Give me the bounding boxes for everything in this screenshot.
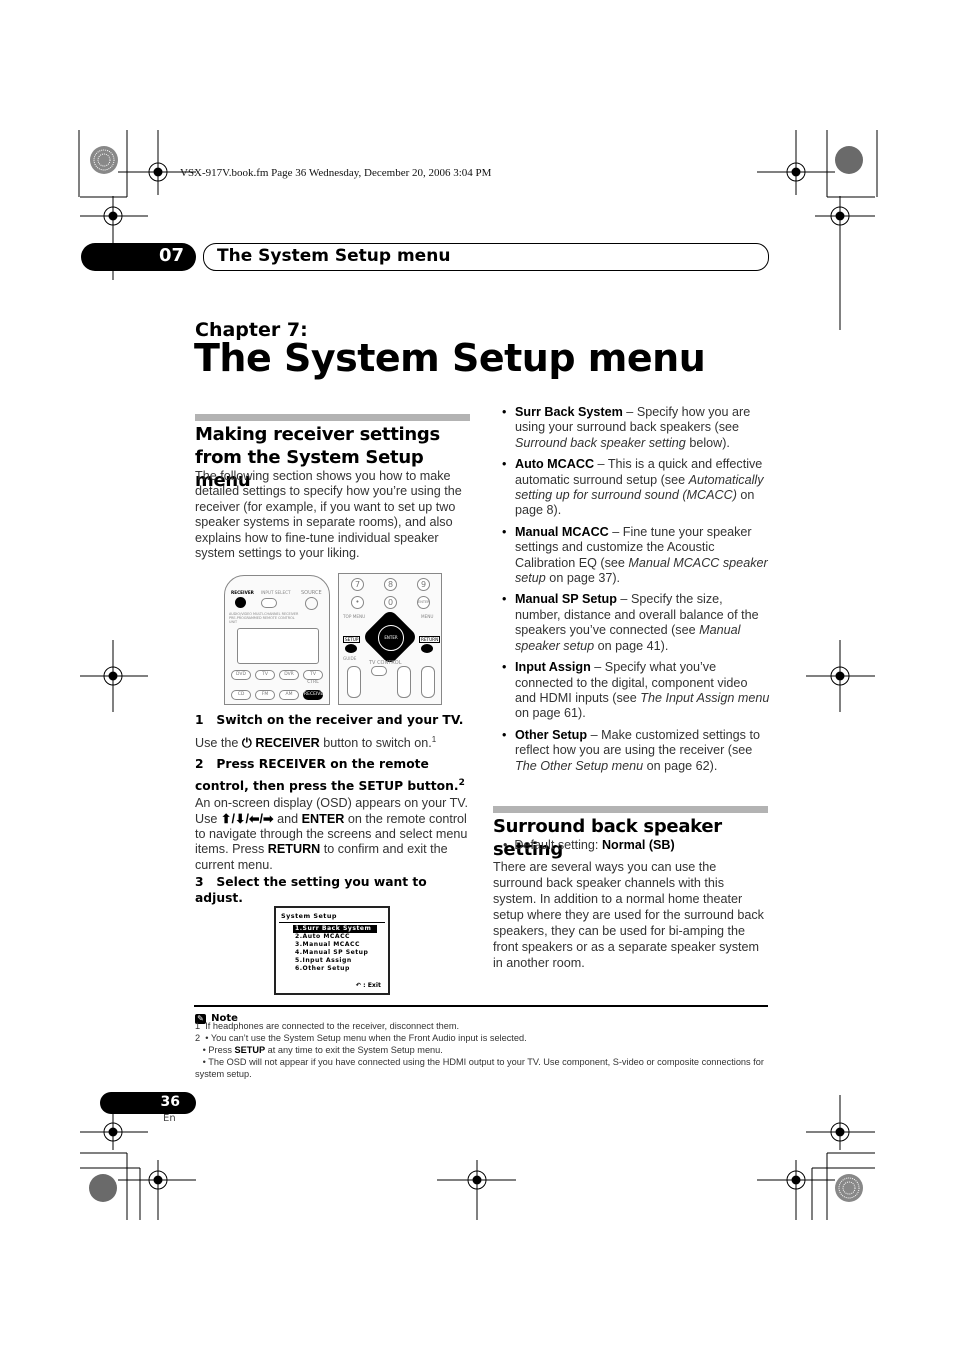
input-select-tv-button [371, 666, 387, 676]
page-number: 36 [160, 1094, 180, 1110]
osd-screen: System Setup 1.Surr Back System 2.Auto M… [274, 906, 390, 995]
key-0: 0 [384, 596, 397, 609]
remote-bottom-panel: 7 8 9 • 0 ENTER TOP MENU MENU ENTER SETU… [338, 573, 442, 705]
fm-button: FM [255, 690, 275, 700]
remote-control-illustration: RECEIVER INPUT SELECT SOURCE AUDIO/VIDEO… [222, 573, 445, 705]
page-number-tab: 36 [100, 1092, 196, 1114]
list-item: Input Assign – Specify what you’ve conne… [495, 660, 770, 722]
list-item: Auto MCACC – This is a quick and effecti… [495, 457, 770, 519]
default-setting: • Default setting: Normal (SB) [503, 838, 675, 852]
setup-label: SETUP [343, 636, 361, 643]
arrow-keys-icons: ⬆/⬇/⬅/➡ [220, 811, 274, 826]
footnote-1: 1 If headphones are connected to the rec… [195, 1021, 460, 1031]
chapter-number-tab: 07 [81, 243, 196, 271]
crop-marks [78, 130, 878, 1220]
enter-button: ENTER [378, 625, 404, 651]
step-2: 2 Press RECEIVER on the remote control, … [195, 755, 475, 873]
key-8: 8 [384, 578, 397, 591]
key-enter-small: ENTER [417, 596, 430, 609]
return-label: RETURN [419, 636, 441, 643]
osd-item: 3.Manual MCACC [295, 941, 360, 948]
note-divider [194, 1005, 768, 1007]
setup-options-list: Surr Back System – Specify how you are u… [495, 405, 770, 780]
list-item: Surr Back System – Specify how you are u… [495, 405, 770, 451]
menu-label: MENU [421, 614, 434, 619]
key-9: 9 [417, 578, 430, 591]
input-select-button [261, 598, 277, 608]
remote-top-panel: RECEIVER INPUT SELECT SOURCE AUDIO/VIDEO… [224, 575, 330, 705]
return-icon: ↶ [355, 982, 361, 989]
power-icon: ⏻ [241, 736, 252, 751]
source-label: SOURCE [301, 590, 322, 596]
input-select-label: INPUT SELECT [261, 590, 291, 595]
tv-button: TV [255, 670, 275, 680]
footnote-ref-2: 2 [458, 778, 465, 788]
print-header: VSX-917V.book.fm Page 36 Wednesday, Dece… [180, 167, 492, 179]
return-button [421, 644, 433, 653]
receiver-input-button: RECEIVER [303, 690, 326, 700]
section-divider [195, 414, 470, 421]
osd-exit-hint: ↶ : Exit [355, 982, 381, 989]
osd-item: 4.Manual SP Setup [295, 949, 369, 956]
osd-divider [279, 922, 385, 923]
tv-control-label: TV CONTROL [369, 660, 402, 666]
remote-lcd [237, 628, 319, 664]
key-dot: • [351, 596, 364, 609]
footnote-2: 2 • You can’t use the System Setup menu … [195, 1033, 527, 1043]
intro-paragraph: The following section shows you how to m… [195, 469, 462, 561]
dvd-button: DVD [231, 670, 251, 680]
osd-item: 1.Surr Back System [293, 925, 377, 933]
dvr-button: DVR [279, 670, 299, 680]
bullet: • [503, 838, 515, 852]
footnote-2c: • The OSD will not appear if you have co… [195, 1057, 767, 1079]
step-3-title: 3 Select the setting you want to adjust. [195, 875, 427, 905]
preprogrammed-label: AUDIO/VIDEO MULTI-CHANNEL RECEIVER PRE-P… [229, 612, 299, 624]
chapter-number: 07 [158, 245, 184, 266]
chapter-tab-title: The System Setup menu [217, 246, 451, 266]
cd-button: CD [231, 690, 251, 700]
osd-item: 2.Auto MCACC [295, 933, 351, 940]
source-button [305, 597, 318, 610]
guide-label: GUIDE [343, 656, 357, 661]
page-language: En [163, 1113, 176, 1124]
footnote-ref-1: 1 [431, 735, 437, 744]
key-7: 7 [351, 578, 364, 591]
step-2-text: An on-screen display (OSD) appears on yo… [195, 796, 469, 872]
osd-item: 6.Other Setup [295, 965, 350, 972]
tv-vol-button [347, 666, 361, 698]
step-1-text: Use the ⏻ RECEIVER button to switch on.1 [195, 735, 437, 751]
receiver-power-button [235, 597, 246, 608]
step-1-title: 1 Switch on the receiver and your TV. [195, 713, 464, 727]
top-menu-label: TOP MENU [343, 614, 366, 619]
section-divider [493, 806, 768, 813]
list-item: Manual MCACC – Fine tune your speaker se… [495, 525, 770, 587]
receiver-label: RECEIVER [231, 590, 254, 595]
vol-button [421, 666, 435, 698]
chapter-title-tab: The System Setup menu [203, 243, 769, 271]
osd-title: System Setup [281, 912, 337, 920]
tvctrl-button: TV CTRL [303, 670, 323, 685]
step-2-title: 2 Press RECEIVER on the remote control, … [195, 757, 465, 794]
list-item: Other Setup – Make customized settings t… [495, 728, 770, 774]
surround-back-paragraph: There are several ways you can use the s… [493, 860, 764, 970]
step-1: 1 Switch on the receiver and your TV. Us… [195, 712, 475, 752]
am-button: AM [279, 690, 299, 700]
osd-item: 5.Input Assign [295, 957, 352, 964]
osd-menu: 1.Surr Back System 2.Auto MCACC 3.Manual… [293, 925, 377, 973]
list-item: Manual SP Setup – Specify the size, numb… [495, 592, 770, 654]
tv-ch-button [397, 666, 411, 698]
page-title: The System Setup menu [194, 336, 706, 380]
setup-button [345, 644, 357, 653]
footnotes: 1 If headphones are connected to the rec… [195, 1020, 770, 1080]
footnote-2b: • Press SETUP at any time to exit the Sy… [195, 1045, 443, 1055]
